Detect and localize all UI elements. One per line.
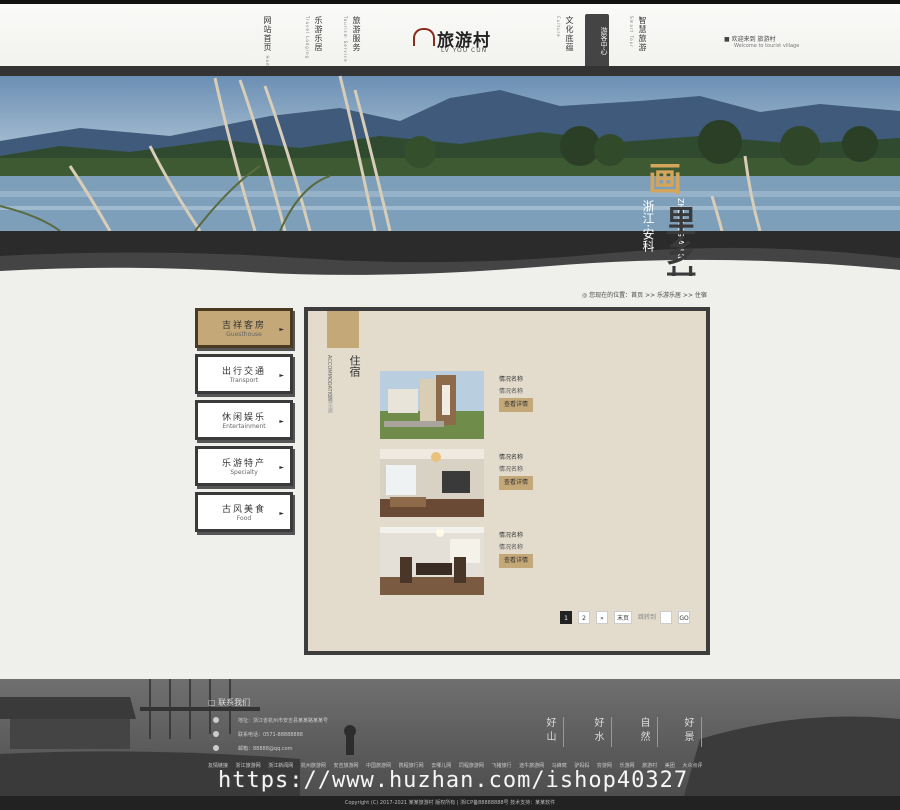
watermark: https://www.huzhan.com/ishop40327	[218, 768, 689, 793]
logo-sub: LV YOU CUN	[441, 47, 488, 54]
arrow-right-icon: ►	[279, 464, 284, 471]
go-button[interactable]: GO	[678, 611, 690, 624]
last-page-button[interactable]: 末页	[614, 611, 632, 624]
content-panel: 住宿 ACCOMMODATION 乐游乐居 情况名称 情况名称 查看详情 情况名…	[304, 307, 710, 655]
goto-label: 跳转到	[637, 614, 656, 621]
page-2-button[interactable]: 2	[578, 611, 590, 624]
contact-title: ▢ 联系我们	[208, 698, 251, 707]
panel-tab	[327, 311, 359, 348]
list-item: 情况名称 情况名称 查看详情	[380, 371, 680, 441]
footer-col-4: 好景	[680, 717, 702, 747]
item-thumbnail[interactable]	[380, 527, 484, 595]
item-desc: 情况名称	[499, 466, 524, 473]
item-name[interactable]: 情况名称	[499, 530, 523, 539]
item-name[interactable]: 情况名称	[499, 452, 523, 461]
sidebar-item-specialty[interactable]: 乐游特产 Specialty ►	[195, 446, 293, 486]
footer-email: 邮箱：88888@qq.com	[238, 746, 293, 752]
banner-slogan: 画 浙江·安科 ZHEJIANG ANKE 里乡村	[641, 160, 718, 276]
panel-title: 住宿	[348, 355, 361, 377]
panel-subtitle: 乐游乐居	[327, 393, 333, 413]
house-icon	[413, 28, 435, 46]
footer-col-3: 自然	[636, 717, 658, 747]
list-item: 情况名称 情况名称 查看详情	[380, 449, 680, 519]
landscape-illustration	[0, 75, 900, 276]
item-desc: 情况名称	[499, 544, 524, 551]
arrow-right-icon: ►	[279, 510, 284, 517]
slogan-location: 浙江·安科	[641, 200, 655, 252]
arrow-right-icon: ►	[279, 326, 284, 333]
location-icon	[213, 717, 219, 723]
nav-home[interactable]: 网站首页 Home	[262, 16, 273, 71]
hero-banner: 画 浙江·安科 ZHEJIANG ANKE 里乡村	[0, 66, 900, 276]
footer-phone: 联系电话：0571-88888888	[238, 732, 303, 738]
nav-culture[interactable]: 文化底蕴 Culture	[553, 16, 575, 72]
view-details-button[interactable]: 查看详情	[499, 476, 533, 490]
sidebar-item-food[interactable]: 古风美食 Food ►	[195, 492, 293, 532]
slogan-big-2: 里乡村	[666, 205, 696, 277]
page-number-input[interactable]	[660, 611, 672, 624]
chat-icon: ▢	[208, 698, 216, 707]
item-desc: 情况名称	[499, 388, 524, 395]
header: 网站首页 Home 乐游乐居 Travel Lodging 旅游服务 Touri…	[0, 0, 900, 72]
phone-icon	[213, 731, 219, 737]
welcome-text: ■ 欢迎来到 旅游村 Welcome to tourist village	[724, 36, 800, 49]
list-item: 情况名称 情况名称 查看详情	[380, 527, 680, 597]
nav-visitor-center[interactable]: 游客中心	[585, 14, 609, 68]
footer-col-2: 好水	[590, 717, 612, 747]
breadcrumb: ◎ 您现在的位置：首页 >> 乐游乐居 >> 住宿	[582, 292, 707, 299]
page-1-button[interactable]: 1	[560, 611, 572, 624]
item-thumbnail[interactable]	[380, 371, 484, 439]
copyright: Copyright (C) 2017-2021 某某旅游村 版权所有 | 浙IC…	[0, 796, 900, 810]
site-logo[interactable]: 旅游村 LV YOU CUN	[413, 26, 505, 56]
sidebar-item-transport[interactable]: 出行交通 Transport ►	[195, 354, 293, 394]
arrow-right-icon: ►	[279, 418, 284, 425]
email-icon	[213, 745, 219, 751]
sidebar-item-guesthouse[interactable]: 吉祥客房 Guesthouse ►	[195, 308, 293, 348]
arrow-right-icon: ►	[279, 372, 284, 379]
next-page-button[interactable]: »	[596, 611, 608, 624]
sidebar-item-entertainment[interactable]: 休闲娱乐 Entertainment ►	[195, 400, 293, 440]
nav-tourism-service[interactable]: 旅游服务 Tourism Service	[340, 16, 362, 72]
view-details-button[interactable]: 查看详情	[499, 398, 533, 412]
slogan-big-1: 画	[648, 160, 682, 200]
footer-address: 地址：浙江省杭州市安吉县某某路某某号	[238, 718, 329, 724]
nav-travel-lodging[interactable]: 乐游乐居 Travel Lodging	[302, 16, 324, 72]
view-details-button[interactable]: 查看详情	[499, 554, 533, 568]
nav-smart-tour[interactable]: 智慧旅游 Smart Tour	[626, 16, 648, 72]
item-name[interactable]: 情况名称	[499, 374, 523, 383]
footer-col-1: 好山	[542, 717, 564, 747]
item-thumbnail[interactable]	[380, 449, 484, 517]
